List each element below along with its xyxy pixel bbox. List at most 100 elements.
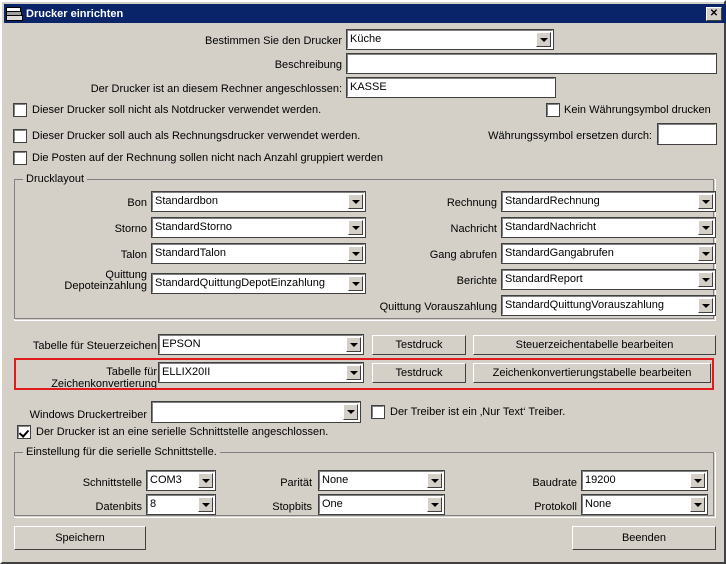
serial-parity-label: Parität	[242, 477, 312, 489]
layout-deposit-select[interactable]: StandardQuittungDepotEinzahlung	[152, 274, 365, 293]
checkbox-no-grouping-label: Die Posten auf der Rechnung sollen nicht…	[32, 152, 383, 165]
layout-prepayment-select[interactable]: StandardQuittungVorauszahlung	[502, 296, 715, 315]
serial-baudrate-value: 19200	[585, 473, 688, 488]
checkbox-serial-connected[interactable]: Der Drucker ist an eine serielle Schnitt…	[18, 426, 328, 439]
computer-label: Der Drucker ist an diesem Rechner angesc…	[82, 83, 342, 95]
serial-port-select[interactable]: COM3	[147, 471, 215, 490]
serial-stopbits-value: One	[322, 497, 425, 512]
description-input[interactable]	[347, 54, 716, 73]
char-conversion-label-line1: Tabelle für	[12, 367, 157, 378]
layout-talon-label: Talon	[62, 249, 147, 261]
chevron-down-icon[interactable]	[427, 497, 442, 512]
checkbox-no-grouping-box[interactable]	[14, 152, 26, 164]
computer-input[interactable]: KASSE	[347, 78, 555, 97]
chevron-down-icon[interactable]	[198, 497, 213, 512]
chevron-down-icon[interactable]	[348, 194, 363, 209]
layout-bon-value: Standardbon	[155, 194, 346, 209]
chevron-down-icon[interactable]	[698, 194, 713, 209]
layout-course-select[interactable]: StandardGangabrufen	[502, 244, 715, 263]
printer-select-label: Bestimmen Sie den Drucker	[162, 35, 342, 47]
exit-button[interactable]: Beenden	[572, 526, 716, 550]
chevron-down-icon[interactable]	[427, 473, 442, 488]
windows-driver-label: Windows Druckertreiber	[17, 409, 147, 421]
checkbox-emergency-printer[interactable]: Dieser Drucker soll nicht als Notdrucker…	[14, 104, 321, 117]
char-conversion-value: ELLIX20II	[162, 365, 344, 380]
chevron-down-icon[interactable]	[346, 337, 361, 352]
layout-storno-select[interactable]: StandardStorno	[152, 218, 365, 237]
control-chars-select[interactable]: EPSON	[159, 335, 363, 354]
save-button[interactable]: Speichern	[14, 526, 146, 550]
checkbox-emergency-printer-box[interactable]	[14, 104, 26, 116]
chevron-down-icon[interactable]	[698, 298, 713, 313]
layout-prepayment-value: StandardQuittungVorauszahlung	[505, 298, 696, 313]
checkbox-text-only-driver-label: Der Treiber ist ein ‚Nur Text‘ Treiber.	[390, 406, 565, 419]
layout-reports-select[interactable]: StandardReport	[502, 270, 715, 289]
printer-select-value: Küche	[350, 32, 534, 47]
serial-databits-select[interactable]: 8	[147, 495, 215, 514]
chevron-down-icon[interactable]	[698, 220, 713, 235]
checkbox-no-grouping[interactable]: Die Posten auf der Rechnung sollen nicht…	[14, 152, 383, 165]
checkbox-invoice-printer-label: Dieser Drucker soll auch als Rechnungsdr…	[32, 130, 360, 143]
serial-settings-group-title: Einstellung für die serielle Schnittstel…	[23, 446, 220, 458]
chevron-down-icon[interactable]	[690, 473, 705, 488]
serial-stopbits-select[interactable]: One	[319, 495, 444, 514]
checkbox-invoice-printer[interactable]: Dieser Drucker soll auch als Rechnungsdr…	[14, 130, 360, 143]
checkbox-text-only-driver-box[interactable]	[372, 406, 384, 418]
layout-course-value: StandardGangabrufen	[505, 246, 696, 261]
layout-invoice-label: Rechnung	[402, 197, 497, 209]
serial-baudrate-label: Baudrate	[482, 477, 577, 489]
close-icon[interactable]: ✕	[706, 7, 722, 21]
checkbox-invoice-printer-box[interactable]	[14, 130, 26, 142]
char-conversion-label-line2: Zeichenkonvertierung	[12, 379, 157, 390]
chevron-down-icon[interactable]	[348, 220, 363, 235]
layout-invoice-select[interactable]: StandardRechnung	[502, 192, 715, 211]
layout-message-select[interactable]: StandardNachricht	[502, 218, 715, 237]
checkbox-text-only-driver[interactable]: Der Treiber ist ein ‚Nur Text‘ Treiber.	[372, 406, 565, 419]
char-conversion-edit-button[interactable]: Zeichenkonvertierungstabelle bearbeiten	[473, 363, 711, 383]
serial-parity-select[interactable]: None	[319, 471, 444, 490]
layout-course-label: Gang abrufen	[392, 249, 497, 261]
layout-reports-label: Berichte	[402, 275, 497, 287]
chevron-down-icon[interactable]	[348, 276, 363, 291]
currency-replace-label: Währungssymbol ersetzen durch:	[482, 130, 652, 142]
serial-protocol-select[interactable]: None	[582, 495, 707, 514]
windows-driver-select[interactable]	[152, 402, 360, 422]
serial-protocol-value: None	[585, 497, 688, 512]
control-chars-edit-button[interactable]: Steuerzeichentabelle bearbeiten	[473, 335, 716, 355]
serial-stopbits-label: Stopbits	[242, 501, 312, 513]
checkbox-no-currency-symbol-box[interactable]	[547, 104, 559, 116]
char-conversion-test-button[interactable]: Testdruck	[372, 363, 466, 383]
serial-parity-value: None	[322, 473, 425, 488]
chevron-down-icon[interactable]	[343, 404, 358, 420]
chevron-down-icon[interactable]	[690, 497, 705, 512]
layout-reports-value: StandardReport	[505, 272, 696, 287]
checkbox-serial-connected-box[interactable]	[18, 426, 30, 438]
checkbox-no-currency-symbol[interactable]: Kein Währungsymbol drucken	[547, 104, 711, 117]
char-conversion-select[interactable]: ELLIX20II	[159, 363, 363, 382]
layout-talon-select[interactable]: StandardTalon	[152, 244, 365, 263]
window-title: Drucker einrichten	[26, 8, 123, 20]
serial-port-label: Schnittstelle	[47, 477, 142, 489]
checkbox-emergency-printer-label: Dieser Drucker soll nicht als Notdrucker…	[32, 104, 321, 117]
print-layout-group-title: Drucklayout	[23, 173, 87, 185]
serial-databits-value: 8	[150, 497, 196, 512]
layout-talon-value: StandardTalon	[155, 246, 346, 261]
serial-baudrate-select[interactable]: 19200	[582, 471, 707, 490]
serial-databits-label: Datenbits	[47, 501, 142, 513]
layout-prepayment-label: Quittung Vorauszahlung	[357, 301, 497, 313]
layout-bon-label: Bon	[62, 197, 147, 209]
layout-message-value: StandardNachricht	[505, 220, 696, 235]
printer-select[interactable]: Küche	[347, 30, 553, 49]
control-chars-test-button[interactable]: Testdruck	[372, 335, 466, 355]
layout-bon-select[interactable]: Standardbon	[152, 192, 365, 211]
description-label: Beschreibung	[202, 59, 342, 71]
layout-storno-label: Storno	[62, 223, 147, 235]
chevron-down-icon[interactable]	[198, 473, 213, 488]
chevron-down-icon[interactable]	[698, 246, 713, 261]
currency-replace-input[interactable]	[658, 124, 716, 144]
chevron-down-icon[interactable]	[346, 365, 361, 380]
layout-message-label: Nachricht	[402, 223, 497, 235]
chevron-down-icon[interactable]	[698, 272, 713, 287]
chevron-down-icon[interactable]	[348, 246, 363, 261]
chevron-down-icon[interactable]	[536, 32, 551, 47]
